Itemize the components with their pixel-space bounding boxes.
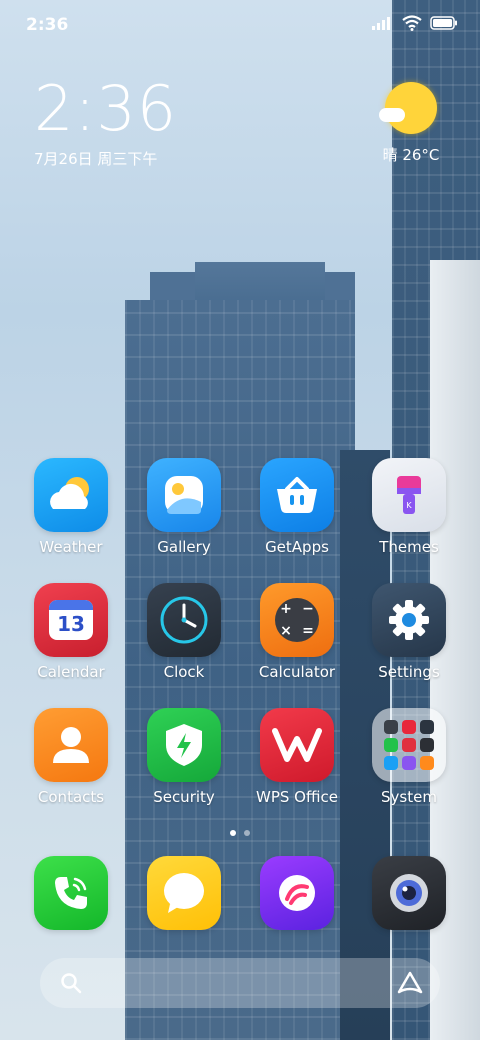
app-label: Settings [378,663,440,681]
app-settings[interactable]: Settings [359,583,459,681]
app-getapps[interactable]: GetApps [247,458,347,556]
status-bar: 2:36 [0,0,480,48]
assistant-icon[interactable] [396,970,424,996]
app-label: GetApps [265,538,329,556]
calculator-icon: + − × = [260,583,334,657]
app-security[interactable]: Security [134,708,234,806]
phone-icon [34,856,108,930]
basket-icon [260,458,334,532]
dock-browser[interactable] [247,856,347,930]
browser-icon [260,856,334,930]
app-label: Clock [163,663,205,681]
search-icon [61,973,82,994]
svg-text:K: K [406,501,412,510]
weather-app-icon [34,458,108,532]
app-themes[interactable]: K Themes [359,458,459,556]
wifi-icon [402,15,422,31]
app-wps-office[interactable]: WPS Office [247,708,347,806]
app-label: Calculator [258,663,336,681]
wps-logo-icon [260,708,334,782]
message-bubble-icon [147,856,221,930]
app-label: Contacts [37,788,105,806]
person-icon [34,708,108,782]
app-calculator[interactable]: + − × = Calculator [247,583,347,681]
app-label: Weather [39,538,103,556]
dock-messages[interactable] [134,856,234,930]
app-calendar[interactable]: 13 Calendar [21,583,121,681]
widget-time: 2:36 [34,72,178,145]
clock-icon [147,583,221,657]
gallery-app-icon [147,458,221,532]
app-label: WPS Office [256,788,338,806]
battery-icon [430,16,457,30]
calendar-day: 13 [57,612,85,636]
brush-icon: K [372,458,446,532]
weather-temp: 晴 26°C [382,146,440,164]
app-label: System [381,788,437,806]
sun-cloud-icon [379,82,437,134]
app-gallery[interactable]: Gallery [134,458,234,556]
shield-icon [147,708,221,782]
camera-icon [372,856,446,930]
calendar-icon: 13 [34,583,108,657]
app-clock[interactable]: Clock [134,583,234,681]
app-weather[interactable]: Weather [21,458,121,556]
app-label: Security [153,788,215,806]
app-label: Gallery [157,538,211,556]
page-dot [244,830,250,836]
gear-icon [372,583,446,657]
status-time: 2:36 [26,15,69,35]
folder-icon [372,708,446,782]
search-bar[interactable] [40,958,440,1008]
dock-phone[interactable] [21,856,121,930]
widget-date: 7月26日 周三下午 [34,150,158,168]
weather-widget[interactable]: 晴 26°C [376,82,446,165]
clock-widget[interactable]: 2:36 7月26日 周三下午 [34,78,177,169]
page-dot [230,830,236,836]
page-indicator [0,830,480,836]
dock-camera[interactable] [359,856,459,930]
app-contacts[interactable]: Contacts [21,708,121,806]
app-label: Calendar [37,663,105,681]
folder-system[interactable]: System [359,708,459,806]
app-label: Themes [379,538,439,556]
signal-icon [372,17,390,30]
